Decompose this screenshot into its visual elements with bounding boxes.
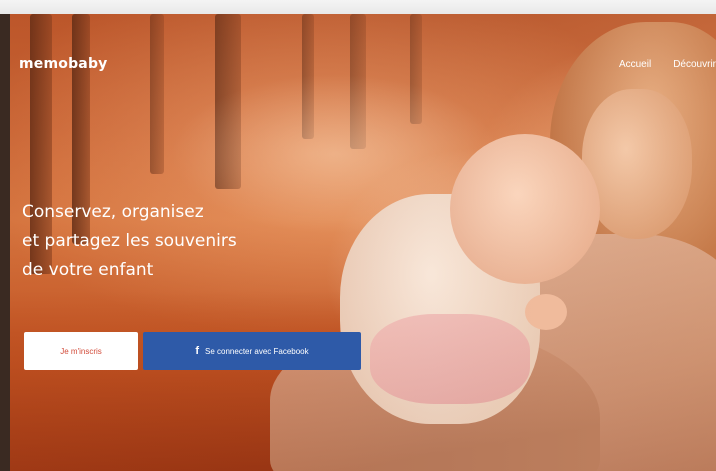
hero-headline: Conservez, organisez et partagez les sou… bbox=[22, 198, 352, 285]
hero-section: memobaby Accueil Découvrir Conservez, or… bbox=[10, 14, 716, 471]
nav-item-decouvrir[interactable]: Découvrir bbox=[673, 59, 716, 70]
browser-viewport: memobaby Accueil Découvrir Conservez, or… bbox=[0, 0, 716, 471]
headline-line-3: de votre enfant bbox=[22, 260, 154, 280]
browser-top-strip bbox=[0, 0, 716, 15]
facebook-login-label: Se connecter avec Facebook bbox=[205, 346, 309, 356]
headline-line-1: Conservez, organisez bbox=[22, 202, 204, 222]
facebook-login-button[interactable]: f Se connecter avec Facebook bbox=[143, 332, 361, 370]
main-nav: Accueil Découvrir bbox=[619, 59, 716, 70]
facebook-icon: f bbox=[195, 345, 200, 357]
nav-item-accueil[interactable]: Accueil bbox=[619, 59, 651, 70]
headline-line-2: et partagez les souvenirs bbox=[22, 231, 237, 251]
signup-button[interactable]: Je m'inscris bbox=[24, 332, 138, 370]
left-edge bbox=[0, 14, 10, 471]
brand-logo[interactable]: memobaby bbox=[19, 56, 108, 72]
